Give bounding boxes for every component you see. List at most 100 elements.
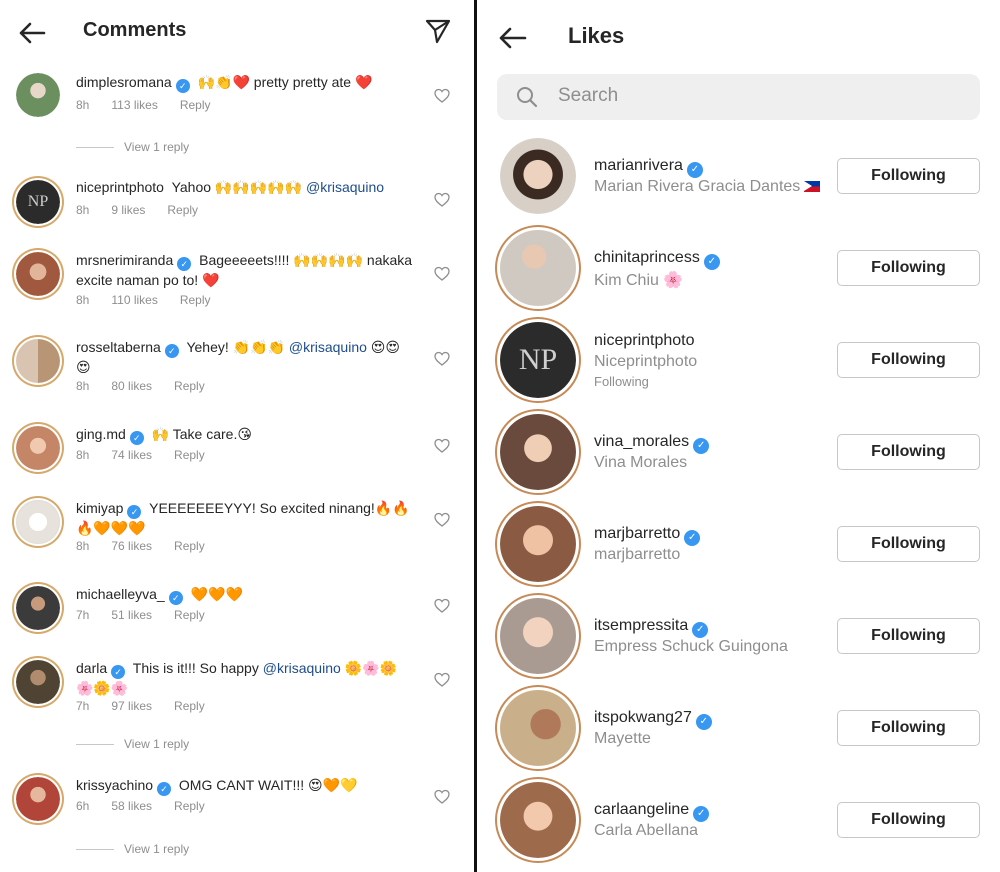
following-button[interactable]: Following [837,710,980,746]
heart-icon[interactable] [434,789,450,805]
following-button[interactable]: Following [837,618,980,654]
user-handle[interactable]: itsempressita [594,617,688,634]
verified-badge-icon: ✓ [157,782,172,796]
reply-button[interactable]: Reply [180,293,211,307]
user-full-name: Niceprintphoto [594,353,698,370]
comment-username[interactable]: dimplesromana [76,74,172,90]
following-button[interactable]: Following [837,526,980,562]
avatar[interactable] [500,230,576,306]
verified-badge-icon: ✓ [177,257,192,271]
avatar[interactable] [16,426,60,470]
comment-time: 7h [76,608,90,622]
back-arrow-icon[interactable] [16,17,48,49]
avatar[interactable] [16,586,60,630]
back-arrow-icon[interactable] [496,22,528,54]
comment-likes[interactable]: 80 likes [111,379,152,393]
heart-icon[interactable] [434,598,450,614]
following-button[interactable]: Following [837,158,980,194]
comment-likes[interactable]: 9 likes [111,203,145,217]
user-row[interactable]: marianrivera ✓ Marian Rivera Gracia Dante… [477,130,1000,222]
avatar[interactable] [16,500,60,544]
comment-username[interactable]: kimiyap [76,500,123,516]
avatar[interactable]: NP [16,180,60,224]
send-icon[interactable] [424,17,452,45]
heart-icon[interactable] [434,512,450,528]
comment-likes[interactable]: 110 likes [111,293,157,307]
comment-likes[interactable]: 51 likes [111,608,152,622]
comment-likes[interactable]: 97 likes [111,699,152,713]
user-handle[interactable]: marianrivera [594,157,683,174]
reply-button[interactable]: Reply [174,699,205,713]
heart-icon[interactable] [434,672,450,688]
user-handle[interactable]: chinitaprincess [594,249,700,266]
heart-icon[interactable] [434,351,450,367]
avatar[interactable] [500,598,576,674]
user-full-name: Empress Schuck Guingona [594,638,788,655]
following-button[interactable]: Following [837,802,980,838]
comment-username[interactable]: michaelleyva_ [76,586,165,602]
comment-text: This is it!!! So happy [132,660,259,676]
user-handle[interactable]: marjbarretto [594,525,680,542]
heart-icon[interactable] [434,266,450,282]
reply-button[interactable]: Reply [174,379,205,393]
user-handle[interactable]: niceprintphoto [594,332,695,349]
avatar[interactable] [16,339,60,383]
user-handle[interactable]: carlaangeline [594,801,689,818]
view-replies-button[interactable]: View 1 reply [76,737,189,751]
avatar[interactable] [16,777,60,821]
mention-link[interactable]: @krisaquino [263,660,341,676]
reply-button[interactable]: Reply [180,98,211,112]
verified-badge-icon: ✓ [695,714,712,730]
avatar[interactable] [500,138,576,214]
reply-button[interactable]: Reply [174,539,205,553]
avatar[interactable] [500,414,576,490]
heart-icon[interactable] [434,438,450,454]
comment-username[interactable]: ging.md [76,426,126,442]
user-row[interactable]: itspokwang27 ✓ Mayette Following [477,682,1000,774]
user-full-name: Carla Abellana [594,822,699,839]
comment-username[interactable]: niceprintphoto [76,179,164,195]
avatar[interactable] [500,782,576,858]
reply-button[interactable]: Reply [174,799,205,813]
comment-time: 8h [76,539,90,553]
reply-button[interactable]: Reply [174,608,205,622]
view-replies-button[interactable]: View 1 reply [76,842,189,856]
comment-likes[interactable]: 76 likes [111,539,152,553]
comment-likes[interactable]: 74 likes [111,448,152,462]
verified-badge-icon: ✓ [175,79,190,93]
user-row[interactable]: marjbarretto ✓ marjbarretto Following [477,498,1000,590]
avatar[interactable] [16,73,60,117]
heart-icon[interactable] [434,88,450,104]
following-button[interactable]: Following [837,434,980,470]
avatar[interactable] [16,252,60,296]
following-button[interactable]: Following [837,342,980,378]
comments-header: Comments [0,0,474,66]
comment-username[interactable]: mrsnerimiranda [76,252,173,268]
user-row[interactable]: NP niceprintphoto Niceprintphoto Followi… [477,314,1000,406]
avatar[interactable] [500,506,576,582]
page-title: Likes [568,23,625,48]
mention-link[interactable]: @krisaquino [306,179,384,195]
view-replies-button[interactable]: View 1 reply [76,140,189,154]
comment-username[interactable]: rosseltaberna [76,339,161,355]
user-row[interactable]: vina_morales ✓ Vina Morales Following [477,406,1000,498]
user-handle[interactable]: itspokwang27 [594,709,692,726]
user-handle[interactable]: vina_morales [594,433,689,450]
following-button[interactable]: Following [837,250,980,286]
comment-username[interactable]: darla [76,660,107,676]
likes-header: Likes [477,0,1000,66]
user-row[interactable]: chinitaprincess ✓ Kim Chiu 🌸 Following [477,222,1000,314]
avatar[interactable] [16,660,60,704]
avatar[interactable]: NP [500,322,576,398]
heart-icon[interactable] [434,192,450,208]
user-row[interactable]: carlaangeline ✓ Carla Abellana Following [477,774,1000,866]
reply-button[interactable]: Reply [167,203,198,217]
reply-button[interactable]: Reply [174,448,205,462]
comment-likes[interactable]: 113 likes [111,98,157,112]
mention-link[interactable]: @krisaquino [289,339,367,355]
user-row[interactable]: itsempressita ✓ Empress Schuck Guingona F… [477,590,1000,682]
search-icon [517,87,538,108]
comment-likes[interactable]: 58 likes [111,799,152,813]
comment-username[interactable]: krissyachino [76,777,153,793]
avatar[interactable] [500,690,576,766]
